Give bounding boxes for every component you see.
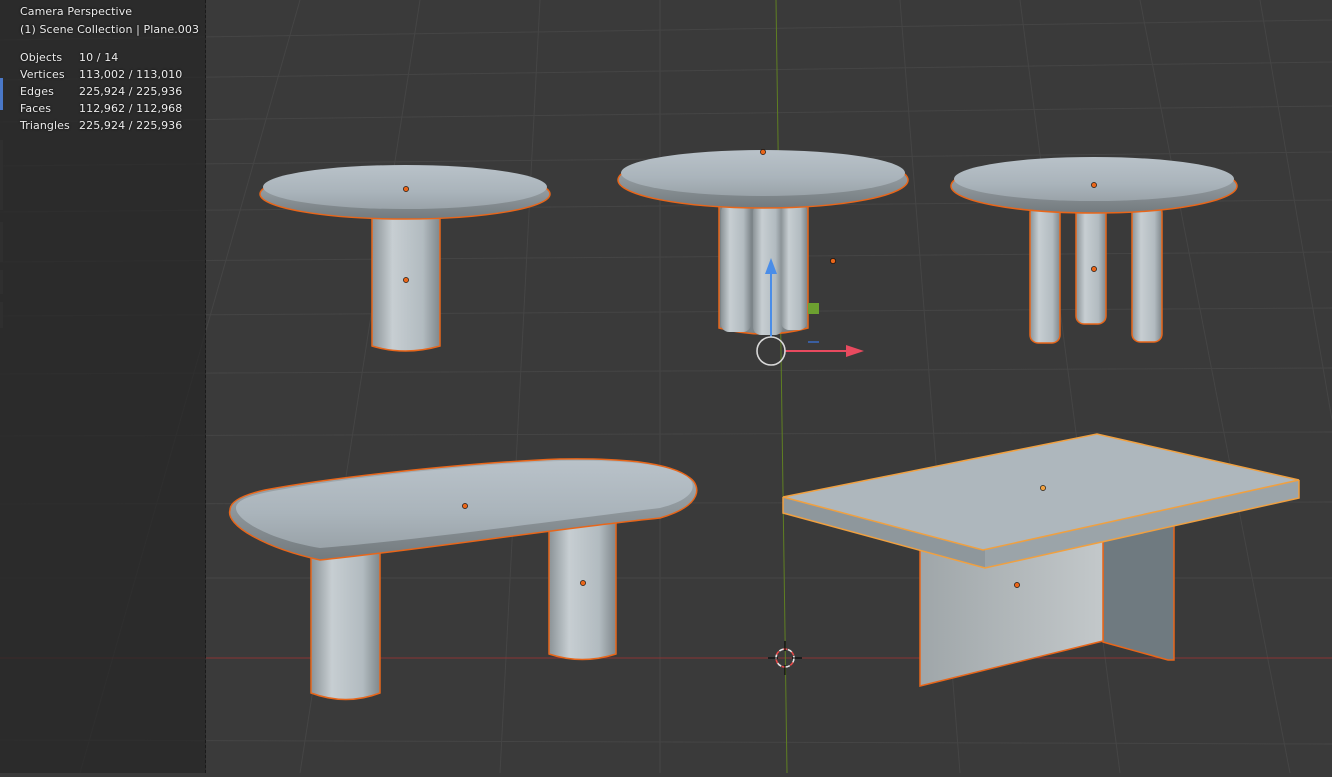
stat-value: 113,002 / 113,010	[79, 68, 183, 81]
y-axis-line	[775, 0, 788, 774]
stat-label: Triangles	[20, 119, 70, 132]
view-name-label: Camera Perspective	[20, 5, 133, 18]
stat-row-vertices: Vertices 113,002 / 113,010	[20, 66, 199, 83]
round-table-cluster-pedestal[interactable]	[617, 149, 909, 335]
gizmo-x-arrowhead[interactable]	[846, 345, 864, 357]
stat-value: 225,924 / 225,936	[79, 119, 183, 132]
stat-row-faces: Faces 112,962 / 112,968	[20, 100, 199, 117]
round-table-three-legs[interactable]	[950, 157, 1238, 344]
stat-row-triangles: Triangles 225,924 / 225,936	[20, 117, 199, 134]
3d-viewport[interactable]: Camera Perspective (1) Scene Collection …	[0, 0, 1332, 774]
panel-edge-tick	[0, 270, 3, 294]
stat-value: 112,962 / 112,968	[79, 102, 183, 115]
gizmo-plane-handle[interactable]	[808, 303, 819, 314]
active-tool-indicator	[0, 78, 3, 110]
stat-value: 225,924 / 225,936	[79, 85, 183, 98]
stat-label: Edges	[20, 85, 54, 98]
statistics-overlay: Objects 10 / 14 Vertices 113,002 / 113,0…	[20, 49, 199, 134]
stat-value: 10 / 14	[79, 51, 119, 64]
panel-edge-tick	[0, 302, 3, 328]
collection-info-label: (1) Scene Collection | Plane.003	[20, 23, 200, 36]
stat-label: Faces	[20, 102, 52, 115]
panel-edge-tick	[0, 222, 3, 262]
panel-edge-tick	[0, 140, 3, 210]
viewport-text-overlay: Camera Perspective (1) Scene Collection …	[20, 3, 199, 134]
stat-label: Objects	[20, 51, 63, 64]
organic-oval-table-two-legs[interactable]	[228, 458, 698, 701]
rectangular-table-panel-legs[interactable]	[782, 433, 1300, 687]
stat-row-objects: Objects 10 / 14	[20, 49, 199, 66]
stat-row-edges: Edges 225,924 / 225,936	[20, 83, 199, 100]
stat-label: Vertices	[20, 68, 65, 81]
